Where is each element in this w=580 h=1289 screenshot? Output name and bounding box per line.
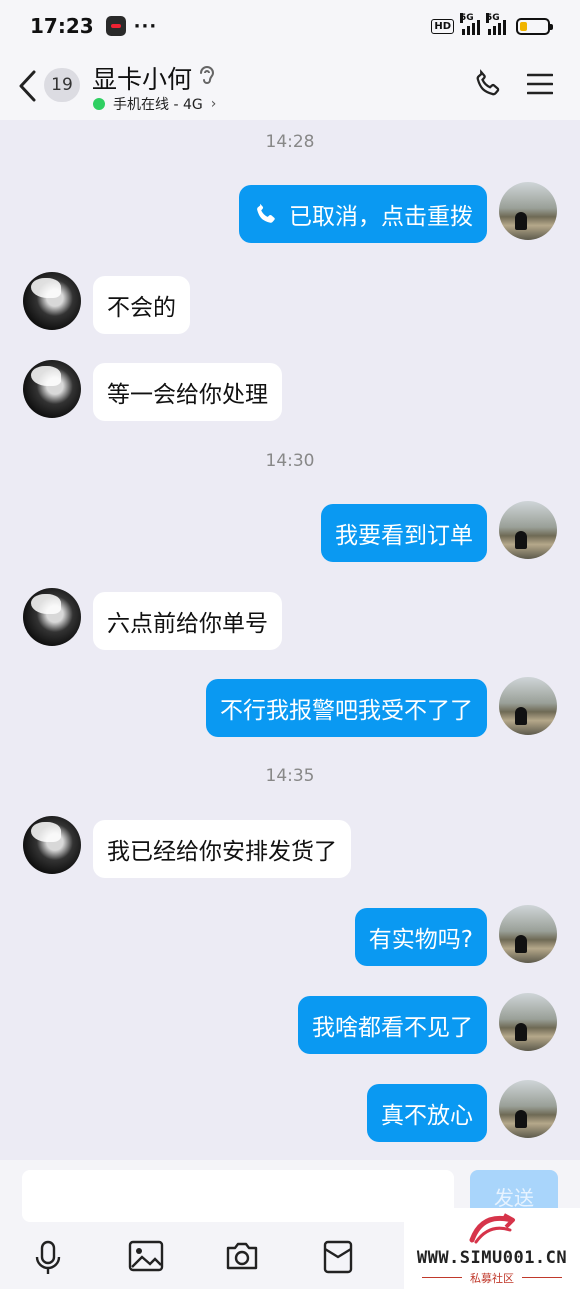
incoming-message[interactable]: 等一会给你处理 xyxy=(93,363,282,421)
camera-icon[interactable] xyxy=(224,1240,260,1272)
watermark-logo-icon xyxy=(469,1213,515,1244)
microphone-icon[interactable] xyxy=(34,1240,62,1276)
signal-icon-1: 5G xyxy=(460,13,480,35)
phone-call-icon[interactable] xyxy=(473,69,503,99)
menu-icon[interactable] xyxy=(527,72,553,96)
watermark-name: 私募社区 xyxy=(470,1272,514,1285)
timestamp: 14:30 xyxy=(265,451,315,471)
message-text: 已取消，点击重拨 xyxy=(289,204,473,230)
site-watermark: WWW.SIMU001.CN 私募社区 xyxy=(404,1208,580,1289)
timestamp: 14:28 xyxy=(265,132,315,152)
hd-voice-icon: HD xyxy=(431,18,454,34)
contact-avatar[interactable] xyxy=(23,360,81,418)
message-list[interactable]: 14:28 已取消，点击重拨 不会的 等一会给你处理 14:30 我要看到订单 … xyxy=(0,120,580,1160)
phone-icon xyxy=(253,201,279,227)
online-status-text: 手机在线 - 4G xyxy=(113,97,203,113)
contact-avatar[interactable] xyxy=(23,588,81,646)
watermark-site: WWW.SIMU001.CN xyxy=(416,1248,568,1268)
back-button[interactable]: 19 xyxy=(18,66,88,106)
chat-header: 19 显卡小何 手机在线 - 4G › xyxy=(0,52,580,120)
my-avatar[interactable] xyxy=(499,993,557,1051)
incoming-message[interactable]: 我已经给你安排发货了 xyxy=(93,820,351,878)
my-avatar[interactable] xyxy=(499,182,557,240)
red-packet-icon[interactable] xyxy=(323,1240,353,1274)
image-icon[interactable] xyxy=(128,1240,164,1272)
outgoing-message[interactable]: 有实物吗? xyxy=(354,908,487,966)
unread-count-badge: 19 xyxy=(44,68,80,102)
more-notifications-icon: ··· xyxy=(133,15,158,37)
online-status[interactable]: 手机在线 - 4G › xyxy=(93,94,216,114)
contact-avatar[interactable] xyxy=(23,816,81,874)
signal-icon-2: 5G xyxy=(486,13,506,35)
timestamp: 14:35 xyxy=(265,766,315,786)
incoming-message[interactable]: 不会的 xyxy=(93,276,190,334)
status-time: 17:23 xyxy=(30,14,94,38)
chevron-right-icon: › xyxy=(210,96,217,112)
message-input[interactable] xyxy=(22,1170,454,1222)
incoming-message[interactable]: 六点前给你单号 xyxy=(93,592,282,650)
contact-name[interactable]: 显卡小何 xyxy=(92,60,192,96)
my-avatar[interactable] xyxy=(499,1080,557,1138)
outgoing-message[interactable]: 不行我报警吧我受不了了 xyxy=(206,679,487,737)
online-dot-icon xyxy=(93,98,105,110)
outgoing-message[interactable]: 真不放心 xyxy=(367,1084,487,1142)
my-avatar[interactable] xyxy=(499,501,557,559)
battery-icon xyxy=(516,17,553,35)
outgoing-message[interactable]: 我要看到订单 xyxy=(321,504,487,562)
call-cancelled-bubble[interactable]: 已取消，点击重拨 xyxy=(239,185,487,243)
chevron-left-icon xyxy=(19,70,36,102)
contact-avatar[interactable] xyxy=(23,272,81,330)
outgoing-message[interactable]: 我啥都看不见了 xyxy=(298,996,487,1054)
status-bar: 17:23 ··· HD 5G 5G xyxy=(0,0,580,52)
recorder-app-icon xyxy=(105,16,126,36)
my-avatar[interactable] xyxy=(499,677,557,735)
ear-icon xyxy=(200,66,215,84)
my-avatar[interactable] xyxy=(499,905,557,963)
